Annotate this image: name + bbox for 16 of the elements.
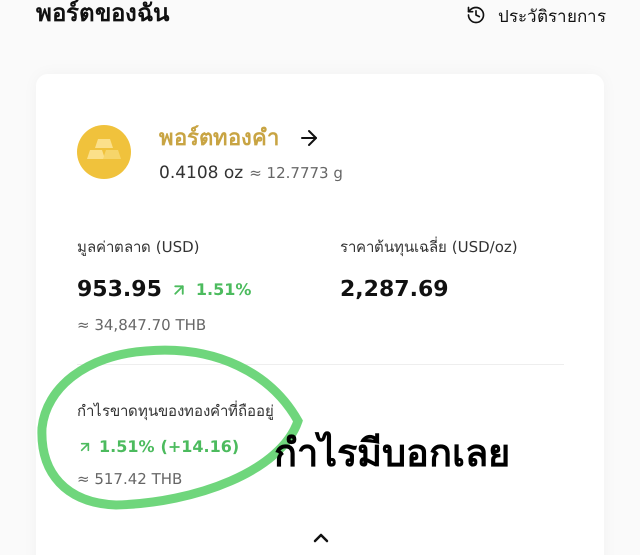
stat-label: ราคาต้นทุนเฉลี่ย (USD/oz) xyxy=(340,236,519,258)
profit-label: กำไรขาดทุนของทองคำที่ถืออยู่ xyxy=(77,400,275,422)
stat-change: 1.51% xyxy=(196,280,252,299)
history-link[interactable]: ประวัติรายการ xyxy=(466,2,606,28)
profit-amount: (+14.16) xyxy=(160,437,240,456)
history-icon xyxy=(466,5,486,25)
annotation-text: กำไรมีบอกเลย xyxy=(274,430,510,477)
holding-grams: ≈ 12.7773 g xyxy=(249,164,343,182)
bullion-bars-icon xyxy=(77,124,131,178)
stat-value: 953.95 xyxy=(77,277,162,302)
profit-change: 1.51% xyxy=(99,437,155,456)
profit-sub: ≈ 517.42 THB xyxy=(77,470,184,488)
stat-sub: ≈ 34,847.70 THB xyxy=(77,316,208,334)
holding-ounces: 0.4108 oz xyxy=(159,163,244,183)
stat-value: 2,287.69 xyxy=(340,277,449,302)
stat-label: มูลค่าตลาด (USD) xyxy=(77,237,201,258)
